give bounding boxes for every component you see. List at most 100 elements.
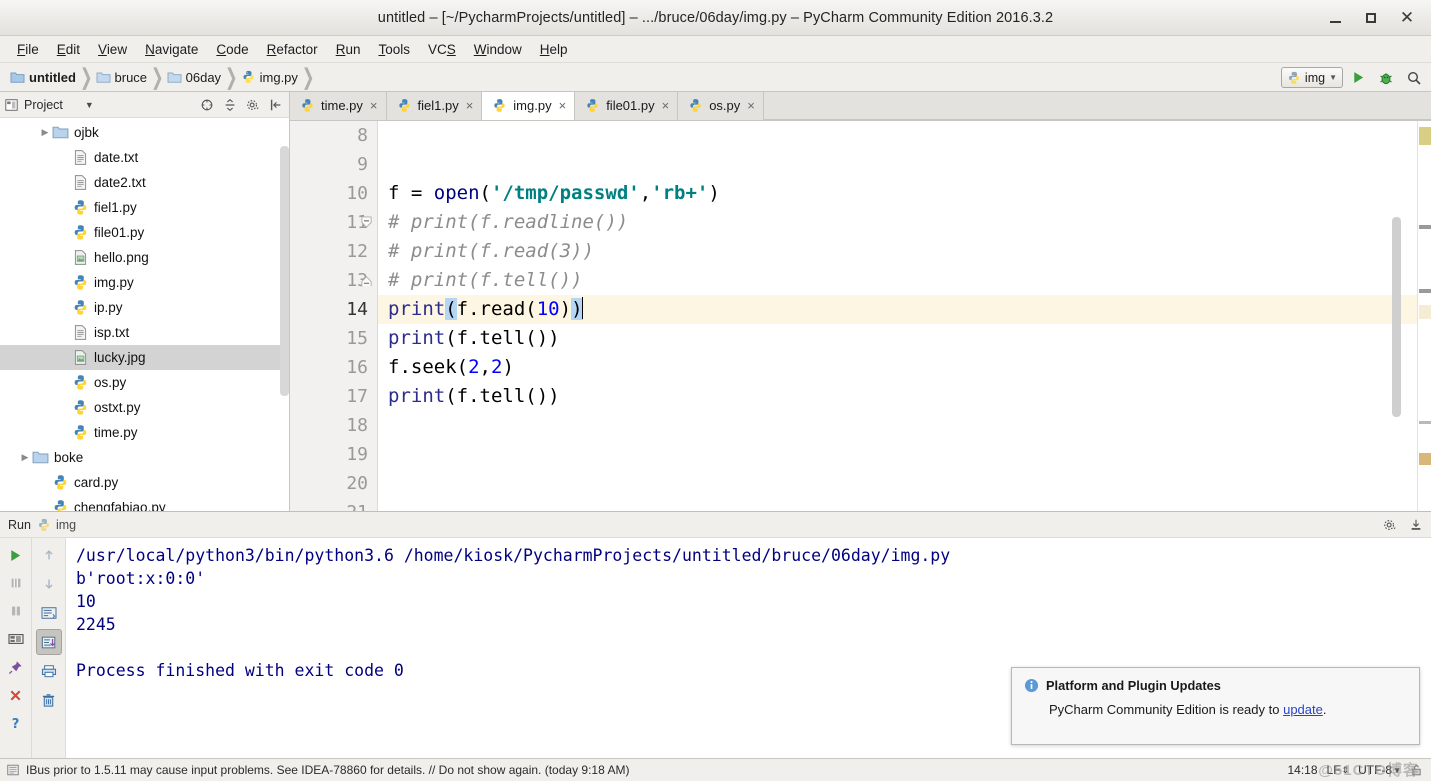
- line-separator[interactable]: LF ⇕: [1327, 763, 1350, 777]
- unlock-icon[interactable]: [1410, 763, 1423, 777]
- scroll-from-source-icon[interactable]: [219, 94, 241, 116]
- editor-tab-os-py[interactable]: os.py ×: [678, 91, 764, 120]
- tree-item[interactable]: ▶ card.py: [0, 470, 289, 495]
- tree-item[interactable]: ▶ img.py: [0, 270, 289, 295]
- stop-button[interactable]: [3, 570, 29, 596]
- settings-icon[interactable]: [242, 94, 264, 116]
- notification-header: Platform and Plugin Updates: [1024, 678, 1407, 693]
- print-icon: [41, 665, 56, 678]
- scroll-down-button[interactable]: [36, 571, 62, 597]
- menu-run[interactable]: Run: [327, 39, 370, 60]
- breadcrumb-bruce[interactable]: bruce: [94, 66, 151, 88]
- menu-view[interactable]: View: [89, 39, 136, 60]
- collapse-all-icon[interactable]: [196, 94, 218, 116]
- file-encoding[interactable]: UTF-8 ▼: [1358, 763, 1401, 777]
- editor-vertical-scrollbar[interactable]: [1392, 217, 1401, 417]
- menu-help[interactable]: Help: [531, 39, 577, 60]
- tree-item[interactable]: ▶ hello.png: [0, 245, 289, 270]
- menu-vcs[interactable]: VCS: [419, 39, 465, 60]
- editor-marker-bar[interactable]: [1417, 121, 1431, 511]
- run-button[interactable]: [1345, 66, 1371, 90]
- tree-item[interactable]: ▶ ostxt.py: [0, 395, 289, 420]
- editor-tab-label: time.py: [321, 98, 363, 113]
- editor-tab-time-py[interactable]: time.py ×: [290, 91, 387, 120]
- update-link[interactable]: update: [1283, 702, 1323, 717]
- tree-item[interactable]: ▶ fiel1.py: [0, 195, 289, 220]
- event-log-icon[interactable]: [6, 763, 20, 777]
- debug-button[interactable]: [1373, 66, 1399, 90]
- fold-end-icon[interactable]: [360, 274, 373, 287]
- run-configuration-selector[interactable]: img ▼: [1280, 67, 1343, 88]
- tree-item-selected[interactable]: ▶ lucky.jpg: [0, 345, 289, 370]
- tree-indent-spacer: ▶: [38, 502, 52, 511]
- maximize-button[interactable]: [1353, 0, 1389, 36]
- editor-code-area[interactable]: f = open('/tmp/passwd','rb+') # print(f.…: [378, 121, 1417, 511]
- hide-icon[interactable]: [265, 94, 287, 116]
- close-button[interactable]: ✕: [1389, 0, 1425, 36]
- expand-arrow-icon[interactable]: ▶: [38, 127, 52, 138]
- breadcrumb-06day[interactable]: 06day: [165, 66, 224, 88]
- close-tab-icon[interactable]: ×: [662, 98, 670, 113]
- tree-item[interactable]: ▶ os.py: [0, 370, 289, 395]
- editor-gutter[interactable]: 89101112131415161718192021: [290, 121, 378, 511]
- tree-item[interactable]: ▶ ip.py: [0, 295, 289, 320]
- editor-tab-fiel1-py[interactable]: fiel1.py ×: [386, 91, 483, 120]
- fold-collapse-icon[interactable]: [360, 216, 373, 229]
- editor-tab-img-py[interactable]: img.py ×: [482, 91, 576, 120]
- soft-wrap-button[interactable]: [36, 600, 62, 626]
- tree-item[interactable]: ▶ chengfabiao.py: [0, 495, 289, 511]
- menu-window[interactable]: Window: [465, 39, 531, 60]
- search-everywhere-button[interactable]: [1401, 66, 1427, 90]
- print-button[interactable]: [36, 658, 62, 684]
- tree-item[interactable]: ▶ date.txt: [0, 145, 289, 170]
- minimize-button[interactable]: [1317, 0, 1353, 36]
- close-tab-icon[interactable]: ×: [370, 98, 378, 113]
- close-tab-icon[interactable]: ×: [747, 98, 755, 113]
- menu-refactor[interactable]: Refactor: [258, 39, 327, 60]
- play-icon: [11, 549, 21, 561]
- hide-icon[interactable]: [1405, 514, 1427, 536]
- rerun-button[interactable]: [3, 542, 29, 568]
- pause-button[interactable]: [3, 598, 29, 624]
- breadcrumb-img-py[interactable]: img.py: [239, 66, 301, 88]
- code-editor[interactable]: 89101112131415161718192021 f = open('/tm…: [290, 121, 1431, 511]
- close-button[interactable]: [3, 682, 29, 708]
- tree-item[interactable]: ▶ time.py: [0, 420, 289, 445]
- console-toggle-button[interactable]: [3, 626, 29, 652]
- python-file-icon: [74, 375, 87, 390]
- menu-tools[interactable]: Tools: [369, 39, 419, 60]
- tree-item-label: os.py: [94, 374, 127, 390]
- scroll-to-end-button[interactable]: [35, 629, 62, 655]
- status-message[interactable]: IBus prior to 1.5.11 may cause input pro…: [26, 763, 629, 777]
- caret-position[interactable]: 14:18: [1287, 763, 1317, 777]
- tree-item[interactable]: ▶ isp.txt: [0, 320, 289, 345]
- menu-code[interactable]: Code: [207, 39, 257, 60]
- menu-file[interactable]: File: [8, 39, 48, 60]
- tree-item[interactable]: ▶ ojbk: [0, 120, 289, 145]
- project-tree[interactable]: ▶ ojbk ▶ date.txt ▶ date2.txt ▶ fiel1.py ▶ file01…: [0, 118, 289, 511]
- breadcrumb-untitled[interactable]: untitled: [8, 66, 79, 88]
- project-tree-scrollbar[interactable]: [280, 146, 289, 396]
- close-tab-icon[interactable]: ×: [466, 98, 474, 113]
- arrow-up-icon: [44, 550, 53, 560]
- chevron-down-icon[interactable]: ▼: [85, 100, 94, 110]
- help-button[interactable]: ?: [3, 710, 29, 736]
- tree-item[interactable]: ▶ boke: [0, 445, 289, 470]
- notification-balloon[interactable]: Platform and Plugin Updates PyCharm Comm…: [1011, 667, 1420, 745]
- chevron-down-icon: ▼: [1329, 73, 1337, 82]
- clear-all-button[interactable]: [36, 687, 62, 713]
- close-tab-icon[interactable]: ×: [559, 98, 567, 113]
- editor-tab-file01-py[interactable]: file01.py ×: [575, 91, 679, 120]
- pin-button[interactable]: [3, 654, 29, 680]
- tree-item[interactable]: ▶ date2.txt: [0, 170, 289, 195]
- expand-arrow-icon[interactable]: ▶: [18, 452, 32, 463]
- menu-edit[interactable]: Edit: [48, 39, 89, 60]
- tree-item[interactable]: ▶ file01.py: [0, 220, 289, 245]
- menu-navigate[interactable]: Navigate: [136, 39, 207, 60]
- code-line-16: f.seek(2,2): [388, 356, 514, 378]
- breadcrumb-label: untitled: [29, 69, 76, 85]
- settings-icon[interactable]: [1379, 514, 1401, 536]
- project-icon: [5, 98, 18, 111]
- run-tab-name[interactable]: img: [56, 518, 76, 532]
- scroll-up-button[interactable]: [36, 542, 62, 568]
